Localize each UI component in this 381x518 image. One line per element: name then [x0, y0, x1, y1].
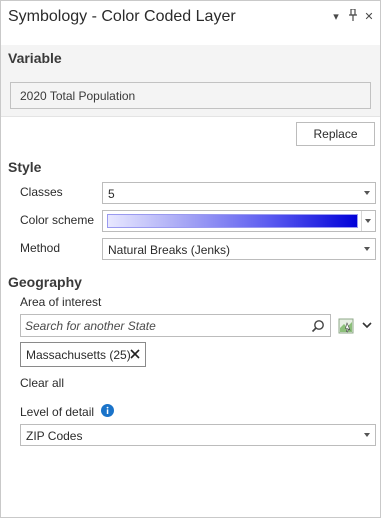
level-of-detail-label: Level of detail [20, 405, 95, 419]
replace-button[interactable]: Replace [296, 122, 375, 146]
style-title: Style [8, 159, 42, 175]
chevron-down-icon [365, 219, 371, 223]
clear-all-link[interactable]: Clear all [20, 376, 64, 390]
level-of-detail-dropdown[interactable]: ZIP Codes [20, 424, 376, 446]
menu-chevron-icon[interactable]: ▾ [329, 9, 343, 25]
chevron-down-icon [364, 433, 370, 437]
variable-title: Variable [8, 50, 62, 66]
remove-chip-icon[interactable] [129, 348, 141, 360]
search-placeholder: Search for another State [25, 319, 156, 333]
classes-label: Classes [20, 185, 63, 199]
level-of-detail-value: ZIP Codes [26, 429, 83, 443]
area-of-interest-label: Area of interest [20, 295, 102, 309]
color-scheme-caret[interactable] [361, 211, 375, 231]
chevron-down-icon [364, 247, 370, 251]
search-icon[interactable] [311, 319, 325, 333]
classes-dropdown[interactable]: 5 [102, 182, 376, 204]
chevron-down-icon[interactable] [361, 319, 373, 331]
symbology-pane: Symbology - Color Coded Layer ▾ ✕ Variab… [0, 0, 381, 518]
classes-value: 5 [108, 187, 115, 201]
pane-header: Symbology - Color Coded Layer ▾ ✕ [1, 1, 380, 35]
pin-icon[interactable] [346, 8, 360, 25]
color-ramp-swatch [107, 214, 358, 228]
chevron-down-icon [364, 191, 370, 195]
pin-glyph [349, 8, 357, 21]
variable-section: Variable 2020 Total Population [1, 45, 380, 117]
close-icon[interactable]: ✕ [362, 9, 376, 25]
variable-value: 2020 Total Population [20, 89, 136, 103]
info-icon[interactable] [101, 404, 114, 417]
method-dropdown[interactable]: Natural Breaks (Jenks) [102, 238, 376, 260]
state-search-input[interactable]: Search for another State [20, 314, 331, 337]
geography-title: Geography [8, 274, 82, 290]
variable-field[interactable]: 2020 Total Population [10, 82, 371, 109]
chip-label: Massachusetts (25) [26, 348, 131, 362]
color-scheme-dropdown[interactable] [102, 210, 376, 232]
color-scheme-label: Color scheme [20, 213, 95, 227]
pane-title: Symbology - Color Coded Layer [8, 8, 236, 25]
select-on-map-icon[interactable] [338, 318, 354, 334]
method-value: Natural Breaks (Jenks) [108, 243, 231, 257]
method-label: Method [20, 241, 61, 255]
selected-area-chip: Massachusetts (25) [20, 342, 146, 367]
